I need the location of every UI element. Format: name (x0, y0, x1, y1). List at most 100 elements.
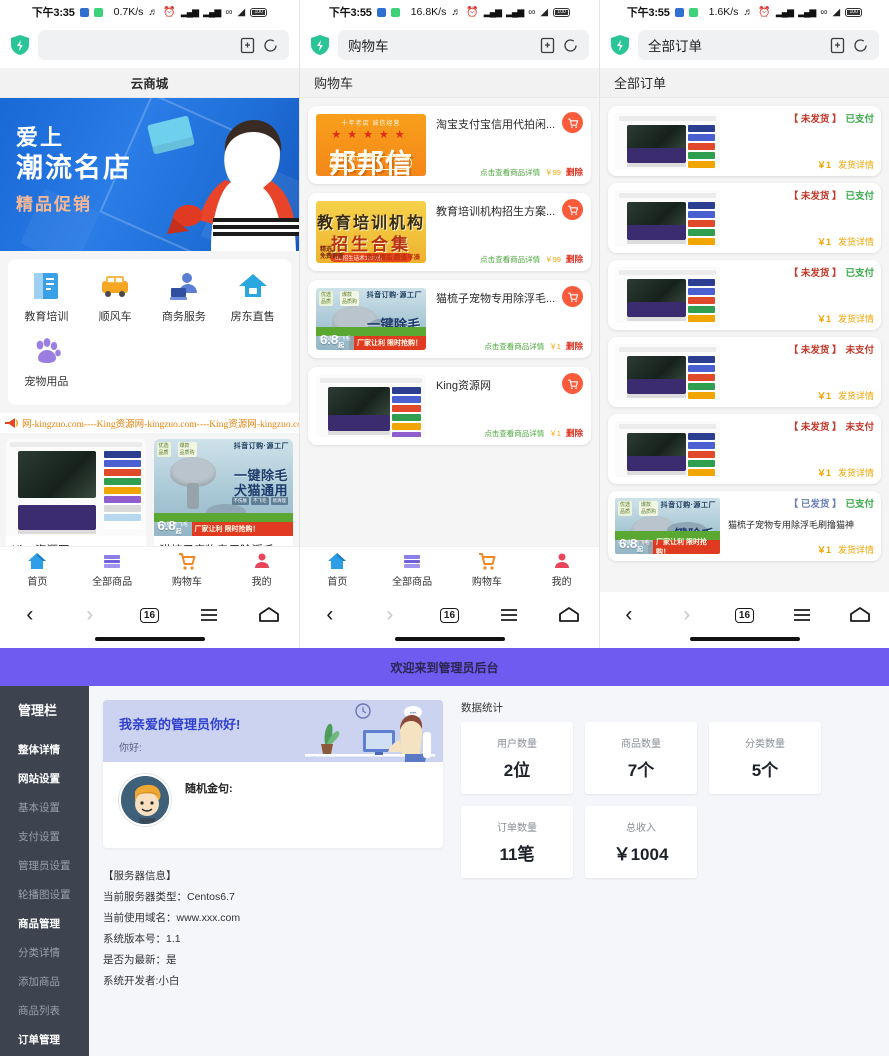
payment-status-badge: 已支付 (845, 191, 874, 202)
tab-mine[interactable]: 我的 (224, 551, 299, 588)
address-bar[interactable] (38, 30, 289, 60)
sidebar-item-product-management[interactable]: 商品管理 (0, 909, 89, 938)
add-to-cart-icon[interactable] (562, 199, 583, 220)
nav-home-icon[interactable] (552, 600, 586, 630)
category-item-landlord[interactable]: 房东直售 (218, 269, 287, 324)
tab-cart[interactable]: 购物车 (450, 551, 525, 588)
cart-item-image: 十年老店 诚信经营 ★★★★★ 邦邦信誉 支持任意平台、高效、快捷 本店承诺 诚… (316, 114, 426, 176)
cart-item[interactable]: 优选品质爆款品质购 抖音订购·源工厂 一键除毛犬猫通用 不伤肤不飞毛易清理 不伤… (308, 280, 591, 358)
nav-forward-button[interactable]: › (670, 600, 704, 630)
delete-button[interactable]: 删除 (566, 253, 583, 265)
sidebar-item-add-product[interactable]: 添加商品 (0, 967, 89, 996)
order-row[interactable]: 【 未发货 】 已支付 ￥1 发货详情 (608, 106, 881, 176)
bookmark-icon[interactable] (539, 37, 556, 54)
delete-button[interactable]: 删除 (566, 427, 583, 439)
cart-item[interactable]: King资源网 点击查看商品详情 ￥1 删除 (308, 367, 591, 445)
nav-tab-count-button[interactable]: 16 (727, 600, 761, 630)
order-row[interactable]: 【 未发货 】 未支付 ￥1 发货详情 (608, 414, 881, 484)
shipping-detail-link[interactable]: 发货详情 (838, 389, 874, 402)
sidebar-item-payment-settings[interactable]: 支付设置 (0, 822, 89, 851)
cart-item-price: ￥1 (549, 428, 561, 438)
battery-icon: 100 (250, 7, 268, 17)
payment-status-badge: 未支付 (845, 345, 874, 356)
admin-welcome-banner: 欢迎来到管理员后台 (0, 648, 889, 686)
order-row[interactable]: 【 未发货 】 未支付 ￥1 发货详情 (608, 337, 881, 407)
view-detail-link[interactable]: 点击查看商品详情 (484, 341, 544, 352)
order-actions: ￥1 发货详情 (817, 466, 874, 479)
shipping-status-badge: 【 未发货 】 (788, 268, 842, 279)
stat-value: 5个 (751, 761, 779, 780)
order-row[interactable]: 【 未发货 】 已支付 ￥1 发货详情 (608, 183, 881, 253)
bookmark-icon[interactable] (239, 37, 256, 54)
nav-forward-button[interactable]: › (373, 600, 407, 630)
tab-cart[interactable]: 购物车 (150, 551, 225, 588)
status-app-icon-1 (79, 7, 89, 17)
nav-tab-count-button[interactable]: 16 (132, 600, 166, 630)
view-detail-link[interactable]: 点击查看商品详情 (480, 167, 540, 178)
tab-all-products[interactable]: 全部商品 (75, 551, 150, 588)
sidebar-item-category-detail[interactable]: 分类详情 (0, 938, 89, 967)
order-row[interactable]: 优选品质爆款品质购 抖音订购·源工厂 一键除毛犬猫通用 不伤肤不飞毛易清理 不伤… (608, 491, 881, 561)
product-image: 优选 品质 爆款 品质购 抖音订购·源工厂 一键除毛 犬猫通用 不伤肤 不飞毛 易清理 不伤… (153, 439, 293, 536)
sidebar-item-site-settings[interactable]: 网站设置 (0, 764, 89, 793)
cart-item[interactable]: 教育培训机构 招生合集 01.招生话术1290条 02.营销转化368集 03.… (308, 193, 591, 271)
wifi-icon: ◢ (237, 6, 246, 18)
tab-home[interactable]: 首页 (0, 551, 75, 588)
sidebar-item-order-management[interactable]: 订单管理 (0, 1025, 89, 1054)
nav-tab-count-button[interactable]: 16 (432, 600, 466, 630)
nav-back-button[interactable]: ‹ (13, 600, 47, 630)
view-detail-link[interactable]: 点击查看商品详情 (484, 428, 544, 439)
cart-item[interactable]: 十年老店 诚信经营 ★★★★★ 邦邦信誉 支持任意平台、高效、快捷 本店承诺 诚… (308, 106, 591, 184)
order-price: ￥1 (816, 160, 831, 170)
house-icon (236, 269, 270, 303)
nav-home-icon[interactable] (843, 600, 877, 630)
refresh-icon[interactable] (262, 37, 279, 54)
delete-button[interactable]: 删除 (566, 166, 583, 178)
stat-card-products: 商品数量 7个 (585, 722, 697, 794)
nav-forward-button[interactable]: › (73, 600, 107, 630)
category-item-pet[interactable]: 宠物用品 (12, 334, 81, 389)
hero-banner[interactable]: 爱上 潮流名店 精品促销 (0, 98, 299, 251)
address-bar[interactable]: 购物车 (338, 30, 589, 60)
shipping-detail-link[interactable]: 发货详情 (838, 543, 874, 556)
home-icon (27, 551, 47, 571)
order-row[interactable]: 【 未发货 】 已支付 ￥1 发货详情 (608, 260, 881, 330)
sidebar-item-product-list[interactable]: 商品列表 (0, 996, 89, 1025)
add-to-cart-icon[interactable] (562, 373, 583, 394)
order-price: ￥1 (816, 468, 831, 478)
tab-home[interactable]: 首页 (300, 551, 375, 588)
shipping-detail-link[interactable]: 发货详情 (838, 312, 874, 325)
shipping-detail-link[interactable]: 发货详情 (838, 235, 874, 248)
menu-icon[interactable] (785, 600, 819, 630)
add-to-cart-icon[interactable] (562, 286, 583, 307)
sidebar-item-overview[interactable]: 整体详情 (0, 735, 89, 764)
cart-icon (477, 551, 497, 571)
status-app-icon-2 (390, 7, 400, 17)
tab-all-products[interactable]: 全部商品 (375, 551, 450, 588)
menu-icon[interactable] (192, 600, 226, 630)
category-item-education[interactable]: 教育培训 (12, 269, 81, 324)
sidebar-item-admin-settings[interactable]: 管理员设置 (0, 851, 89, 880)
server-info-line: 系统开发者:小白 (103, 975, 180, 987)
marquee-strip: 网-kingzuo.com----King资源网-kingzuo.com----… (0, 413, 299, 433)
category-item-carpool[interactable]: 顺风车 (81, 269, 150, 324)
nav-back-button[interactable]: ‹ (612, 600, 646, 630)
category-item-business[interactable]: 商务服务 (150, 269, 219, 324)
view-detail-link[interactable]: 点击查看商品详情 (480, 254, 540, 265)
tab-mine[interactable]: 我的 (524, 551, 599, 588)
nav-home-icon[interactable] (252, 600, 286, 630)
sidebar-item-basic-settings[interactable]: 基本设置 (0, 793, 89, 822)
refresh-icon[interactable] (852, 37, 869, 54)
sidebar-item-carousel-settings[interactable]: 轮播图设置 (0, 880, 89, 909)
address-bar[interactable]: 全部订单 (638, 30, 879, 60)
bookmark-icon[interactable] (829, 37, 846, 54)
delete-button[interactable]: 删除 (566, 340, 583, 352)
add-to-cart-icon[interactable] (562, 112, 583, 133)
cart-item-name: 教育培训机构招生方案... (436, 206, 556, 218)
refresh-icon[interactable] (562, 37, 579, 54)
shipping-detail-link[interactable]: 发货详情 (838, 466, 874, 479)
order-item-image (615, 113, 720, 169)
shipping-detail-link[interactable]: 发货详情 (838, 158, 874, 171)
nav-back-button[interactable]: ‹ (313, 600, 347, 630)
menu-icon[interactable] (492, 600, 526, 630)
